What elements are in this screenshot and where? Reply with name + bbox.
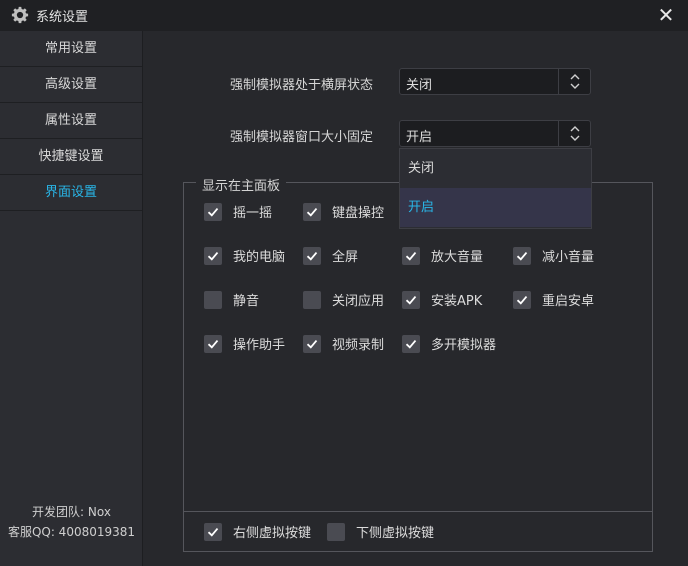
- checkbox-box: [204, 290, 222, 309]
- checkbox-label: 全屏: [332, 250, 359, 265]
- fixed-size-select-value: 开启: [406, 130, 433, 145]
- checkbox-volume-down[interactable]: 减小音量: [513, 246, 594, 265]
- sidebar-item-interface[interactable]: 界面设置: [0, 175, 142, 211]
- landscape-select-value: 关闭: [406, 78, 433, 93]
- main-panel-title: 显示在主面板: [196, 175, 287, 194]
- checkbox-restart-android[interactable]: 重启安卓: [513, 290, 594, 309]
- checkbox-box: [402, 290, 420, 309]
- check-icon: [207, 339, 219, 349]
- updown-arrow-icon: [558, 69, 590, 94]
- checkbox-box: [327, 522, 345, 541]
- sidebar-footer: 开发团队: Nox 客服QQ: 4008019381: [0, 502, 143, 542]
- support-qq-text: 客服QQ: 4008019381: [7, 525, 136, 539]
- checkbox-box: [204, 522, 222, 541]
- checkbox-shake[interactable]: 摇一摇: [204, 202, 272, 221]
- checkbox-box: [513, 290, 531, 309]
- sidebar: 常用设置 高级设置 属性设置 快捷键设置 界面设置 开发团队: Nox 客服QQ…: [0, 31, 143, 566]
- checkbox-label: 静音: [233, 294, 260, 309]
- divider: [184, 511, 652, 512]
- fixed-size-dropdown-list: 关闭 开启: [399, 148, 592, 229]
- checkbox-multi-instance[interactable]: 多开模拟器: [402, 334, 496, 353]
- checkbox-box: [204, 334, 222, 353]
- check-icon: [207, 527, 219, 537]
- check-icon: [306, 251, 318, 261]
- check-icon: [405, 339, 417, 349]
- window-title: 系统设置: [36, 10, 89, 25]
- checkbox-label: 视频录制: [332, 338, 385, 353]
- check-icon: [306, 339, 318, 349]
- landscape-label: 强制模拟器处于横屏状态: [230, 78, 374, 93]
- checkbox-label: 减小音量: [542, 250, 595, 265]
- checkbox-my-computer[interactable]: 我的电脑: [204, 246, 285, 265]
- check-icon: [405, 251, 417, 261]
- checkbox-box: [402, 334, 420, 353]
- checkbox-label: 安装APK: [431, 294, 483, 309]
- checkbox-label: 重启安卓: [542, 294, 595, 309]
- title-bar: 系统设置 ✕: [0, 0, 688, 31]
- checkbox-close-app[interactable]: 关闭应用: [303, 290, 384, 309]
- checkbox-label: 关闭应用: [332, 294, 385, 309]
- checkbox-install-apk[interactable]: 安装APK: [402, 290, 482, 309]
- checkbox-label: 下侧虚拟按键: [356, 526, 435, 541]
- check-icon: [207, 207, 219, 217]
- checkbox-mute[interactable]: 静音: [204, 290, 259, 309]
- checkbox-box: [204, 202, 222, 221]
- landscape-select[interactable]: 关闭: [399, 68, 591, 95]
- check-icon: [405, 295, 417, 305]
- checkbox-box: [513, 246, 531, 265]
- checkbox-label: 多开模拟器: [431, 338, 497, 353]
- check-icon: [516, 295, 528, 305]
- checkbox-label: 我的电脑: [233, 250, 286, 265]
- checkbox-label: 右侧虚拟按键: [233, 526, 312, 541]
- checkbox-assistant[interactable]: 操作助手: [204, 334, 285, 353]
- checkbox-video-record[interactable]: 视频录制: [303, 334, 384, 353]
- checkbox-box: [204, 246, 222, 265]
- gear-icon: [11, 6, 29, 24]
- fixed-size-label: 强制模拟器窗口大小固定: [230, 130, 374, 145]
- checkbox-volume-up[interactable]: 放大音量: [402, 246, 483, 265]
- checkbox-fullscreen[interactable]: 全屏: [303, 246, 358, 265]
- dropdown-option-on[interactable]: 开启: [400, 188, 591, 227]
- main-panel-groupbox: [183, 182, 653, 552]
- checkbox-label: 放大音量: [431, 250, 484, 265]
- checkbox-right-virtual-keys[interactable]: 右侧虚拟按键: [204, 522, 311, 541]
- check-icon: [516, 251, 528, 261]
- checkbox-box: [303, 334, 321, 353]
- checkbox-box: [303, 290, 321, 309]
- fixed-size-select[interactable]: 开启: [399, 120, 591, 147]
- checkbox-box: [303, 202, 321, 221]
- sidebar-item-shortcuts[interactable]: 快捷键设置: [0, 139, 142, 175]
- check-icon: [306, 207, 318, 217]
- dropdown-option-off[interactable]: 关闭: [400, 149, 591, 188]
- checkbox-bottom-virtual-keys[interactable]: 下侧虚拟按键: [327, 522, 434, 541]
- close-icon[interactable]: ✕: [656, 5, 676, 25]
- checkbox-label: 操作助手: [233, 338, 286, 353]
- check-icon: [207, 251, 219, 261]
- checkbox-label: 摇一摇: [233, 206, 273, 221]
- team-text: 开发团队: Nox: [32, 505, 111, 519]
- checkbox-keyboard[interactable]: 键盘操控: [303, 202, 384, 221]
- sidebar-item-properties[interactable]: 属性设置: [0, 103, 142, 139]
- checkbox-box: [303, 246, 321, 265]
- updown-arrow-icon: [558, 121, 590, 146]
- checkbox-label: 键盘操控: [332, 206, 385, 221]
- sidebar-item-advanced[interactable]: 高级设置: [0, 67, 142, 103]
- checkbox-box: [402, 246, 420, 265]
- sidebar-item-common[interactable]: 常用设置: [0, 31, 142, 67]
